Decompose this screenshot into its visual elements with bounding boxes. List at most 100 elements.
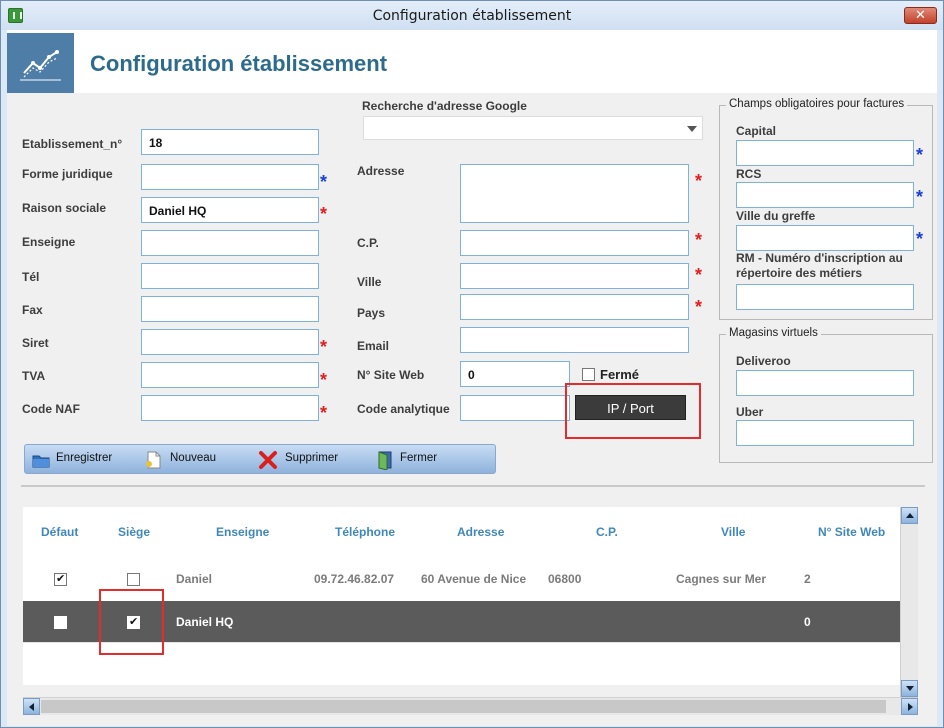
required-marker: * (695, 171, 703, 191)
new-label: Nouveau (170, 452, 217, 464)
required-marker: * (916, 229, 924, 249)
cell-adresse: 60 Avenue de Nice (421, 572, 527, 586)
column-header-site-web[interactable]: N° Site Web (818, 525, 885, 539)
vertical-scrollbar[interactable] (900, 507, 918, 697)
ville-greffe-label: Ville du greffe (736, 209, 816, 223)
uber-field[interactable] (736, 420, 914, 446)
siege-checkbox[interactable] (127, 573, 140, 586)
rcs-field[interactable] (736, 182, 914, 208)
scroll-thumb[interactable] (41, 700, 886, 713)
action-toolbar: Enregistrer Nouveau Supprimer Fermer (24, 444, 496, 474)
raison-sociale-label: Raison sociale (22, 201, 107, 215)
scroll-right-icon[interactable] (901, 698, 918, 715)
tel-label: Tél (22, 270, 40, 284)
page-title: Configuration établissement (90, 51, 388, 76)
page-header: Configuration établissement (7, 30, 937, 93)
cell-site-web: 0 (804, 615, 811, 629)
required-marker: * (916, 187, 924, 207)
save-label: Enregistrer (56, 452, 113, 464)
code-analytique-field[interactable] (460, 395, 570, 421)
required-marker: * (320, 172, 328, 192)
highlight-box (99, 589, 164, 655)
google-search-label: Recherche d'adresse Google (362, 99, 527, 113)
column-header-adresse[interactable]: Adresse (457, 525, 504, 539)
raison-sociale-field[interactable]: Daniel HQ (141, 197, 319, 223)
code-naf-field[interactable] (141, 395, 319, 421)
code-analytique-label: Code analytique (357, 402, 450, 416)
site-web-field[interactable]: 0 (460, 361, 570, 387)
highlight-box (565, 383, 701, 439)
ferme-checkbox[interactable] (582, 368, 595, 381)
divider (21, 485, 925, 487)
required-marker: * (916, 145, 924, 165)
required-marker: * (695, 265, 703, 285)
column-header-cp[interactable]: C.P. (596, 525, 618, 539)
ferme-label: Fermé (600, 367, 640, 382)
pays-label: Pays (357, 306, 386, 320)
column-header-defaut[interactable]: Défaut (41, 525, 78, 539)
column-header-siege[interactable]: Siège (118, 525, 150, 539)
pays-field[interactable] (460, 294, 689, 320)
delete-x-icon (259, 451, 277, 469)
forme-juridique-label: Forme juridique (22, 167, 113, 181)
client-area: Configuration établissement Etablissemen… (7, 30, 937, 726)
document-icon (146, 451, 161, 469)
tva-field[interactable] (141, 362, 319, 388)
tva-label: TVA (22, 369, 46, 383)
tel-field[interactable] (141, 263, 319, 289)
google-address-select[interactable] (363, 116, 703, 140)
adresse-field[interactable] (460, 164, 689, 223)
deliveroo-field[interactable] (736, 370, 914, 396)
cp-label: C.P. (357, 236, 379, 250)
uber-label: Uber (736, 405, 764, 419)
ville-greffe-field[interactable] (736, 225, 914, 251)
site-web-label: N° Site Web (357, 368, 425, 382)
required-marker: * (320, 370, 328, 390)
deliveroo-label: Deliveroo (736, 354, 791, 368)
required-marker: * (320, 337, 328, 357)
column-header-telephone[interactable]: Téléphone (335, 525, 395, 539)
horizontal-scrollbar[interactable] (23, 697, 918, 715)
scroll-up-icon[interactable] (901, 507, 918, 524)
magasins-group-title: Magasins virtuels (726, 327, 821, 339)
adresse-label: Adresse (357, 164, 405, 178)
default-checkbox[interactable] (54, 572, 67, 586)
rcs-label: RCS (736, 167, 762, 181)
siret-label: Siret (22, 336, 49, 350)
folder-icon (32, 455, 50, 468)
email-label: Email (357, 339, 390, 353)
enseigne-field[interactable] (141, 230, 319, 256)
default-checkbox[interactable] (54, 616, 67, 629)
window-title: Configuration établissement (372, 8, 572, 24)
window-close-button[interactable]: ✕ (904, 7, 937, 24)
column-header-ville[interactable]: Ville (721, 525, 745, 539)
rm-field[interactable] (736, 284, 914, 310)
fax-field[interactable] (141, 296, 319, 322)
title-bar[interactable]: Configuration établissement ✕ (1, 1, 943, 30)
cell-enseigne: Daniel (176, 572, 213, 586)
column-header-enseigne[interactable]: Enseigne (216, 525, 269, 539)
door-icon (378, 451, 392, 470)
cell-enseigne: Daniel HQ (176, 615, 234, 629)
delete-label: Supprimer (285, 452, 339, 464)
cell-cp: 06800 (548, 572, 582, 586)
ville-field[interactable] (460, 263, 689, 289)
etablissement-field[interactable]: 18 (141, 129, 319, 155)
scroll-down-icon[interactable] (901, 680, 918, 697)
forme-juridique-field[interactable] (141, 164, 319, 190)
etablissement-label: Etablissement_n° (22, 137, 123, 151)
fax-label: Fax (22, 303, 43, 317)
capital-field[interactable] (736, 140, 914, 166)
cp-field[interactable] (460, 230, 689, 256)
application-window: Configuration établissement ✕ Configurat… (0, 0, 944, 728)
required-marker: * (320, 403, 328, 423)
chart-icon (7, 33, 74, 93)
cell-site-web: 2 (804, 572, 811, 586)
capital-label: Capital (736, 124, 777, 138)
siret-field[interactable] (141, 329, 319, 355)
scroll-left-icon[interactable] (23, 698, 40, 715)
email-field[interactable] (460, 327, 689, 353)
required-marker: * (695, 230, 703, 250)
chevron-down-icon[interactable] (687, 126, 697, 132)
required-marker: * (320, 204, 328, 224)
